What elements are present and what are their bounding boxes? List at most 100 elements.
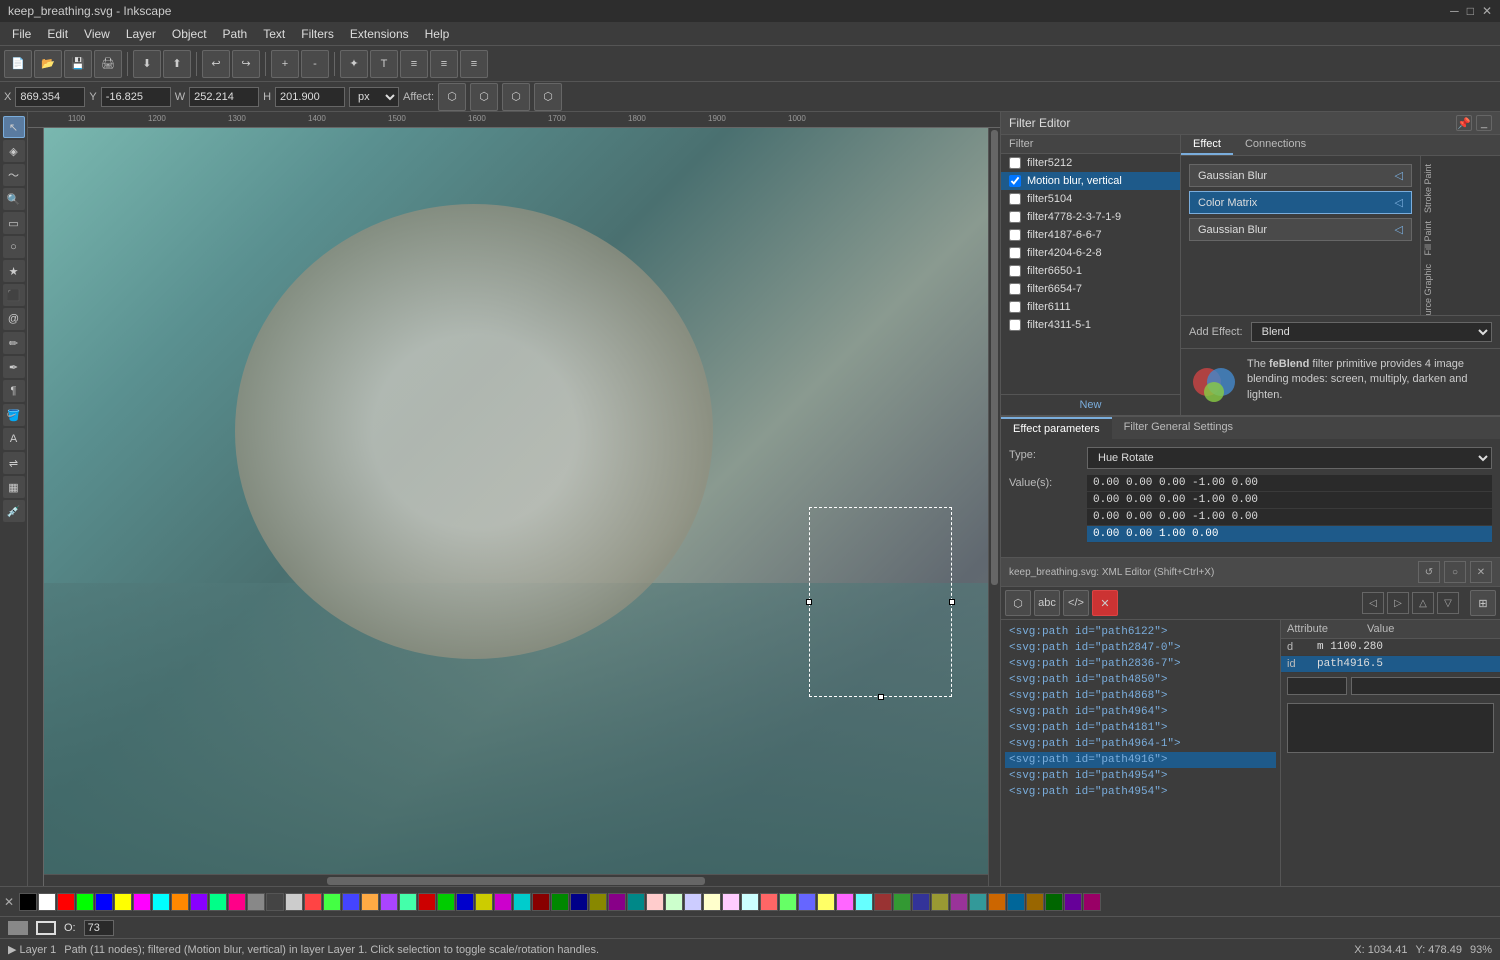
filter-checkbox-9[interactable]	[1009, 319, 1021, 331]
palette-color-28[interactable]	[551, 893, 569, 911]
w-input[interactable]	[189, 87, 259, 107]
palette-color-10[interactable]	[209, 893, 227, 911]
filter-checkbox-3[interactable]	[1009, 211, 1021, 223]
menu-item-path[interactable]: Path	[215, 25, 256, 43]
palette-color-4[interactable]	[95, 893, 113, 911]
xml-node-1[interactable]: <svg:path id="path2847-0">	[1005, 640, 1276, 656]
palette-color-1[interactable]	[38, 893, 56, 911]
palette-color-29[interactable]	[570, 893, 588, 911]
palette-color-13[interactable]	[266, 893, 284, 911]
palette-color-31[interactable]	[608, 893, 626, 911]
filter-list-items[interactable]: filter5212Motion blur, verticalfilter510…	[1001, 154, 1180, 394]
affect-btn-1[interactable]: ⬡	[438, 83, 466, 111]
save-button[interactable]: 💾	[64, 50, 92, 78]
effect-node-2[interactable]: Gaussian Blur◁	[1189, 218, 1412, 241]
pencil-tool[interactable]: ✏	[3, 332, 25, 354]
canvas-area[interactable]: 1100 1200 1300 1400 1500 1600 1700 1800 …	[28, 112, 1000, 886]
effect-node-0[interactable]: Gaussian Blur◁	[1189, 164, 1412, 187]
palette-color-21[interactable]	[418, 893, 436, 911]
palette-color-26[interactable]	[513, 893, 531, 911]
palette-color-36[interactable]	[703, 893, 721, 911]
import-button[interactable]: ⬇	[133, 50, 161, 78]
xml-tree[interactable]: <svg:path id="path6122"><svg:path id="pa…	[1001, 620, 1280, 886]
palette-color-8[interactable]	[171, 893, 189, 911]
star-tool[interactable]: ★	[3, 260, 25, 282]
palette-color-11[interactable]	[228, 893, 246, 911]
text-tool[interactable]: A	[3, 428, 25, 450]
xml-node-9[interactable]: <svg:path id="path4954">	[1005, 768, 1276, 784]
filter-checkbox-1[interactable]	[1009, 175, 1021, 187]
filter-item-9[interactable]: filter4311-5-1	[1001, 316, 1180, 334]
filter-item-5[interactable]: filter4204-6-2-8	[1001, 244, 1180, 262]
unit-select[interactable]: px mm pt	[349, 87, 399, 107]
filter-checkbox-0[interactable]	[1009, 157, 1021, 169]
palette-color-33[interactable]	[646, 893, 664, 911]
align-center-button[interactable]: ≡	[430, 50, 458, 78]
palette-color-56[interactable]	[1083, 893, 1101, 911]
selection-handle-bottom[interactable]	[878, 694, 884, 700]
palette-color-23[interactable]	[456, 893, 474, 911]
menu-item-object[interactable]: Object	[164, 25, 215, 43]
3d-box-tool[interactable]: ⬛	[3, 284, 25, 306]
undo-button[interactable]: ↩	[202, 50, 230, 78]
palette-color-53[interactable]	[1026, 893, 1044, 911]
tweak-tool[interactable]: 〜	[3, 164, 25, 186]
palette-color-6[interactable]	[133, 893, 151, 911]
filter-checkbox-4[interactable]	[1009, 229, 1021, 241]
spiral-tool[interactable]: @	[3, 308, 25, 330]
pen-tool[interactable]: ✒	[3, 356, 25, 378]
menu-item-text[interactable]: Text	[255, 25, 293, 43]
xml-node-7[interactable]: <svg:path id="path4964-1">	[1005, 736, 1276, 752]
xml-next-btn[interactable]: ▷	[1387, 592, 1409, 614]
xml-up-btn[interactable]: △	[1412, 592, 1434, 614]
effect-tab[interactable]: Effect	[1181, 135, 1233, 155]
menu-item-extensions[interactable]: Extensions	[342, 25, 417, 43]
palette-color-12[interactable]	[247, 893, 265, 911]
maximize-button[interactable]: □	[1467, 4, 1474, 18]
menu-item-edit[interactable]: Edit	[39, 25, 76, 43]
palette-color-7[interactable]	[152, 893, 170, 911]
palette-color-17[interactable]	[342, 893, 360, 911]
menu-item-layer[interactable]: Layer	[118, 25, 164, 43]
affect-btn-3[interactable]: ⬡	[502, 83, 530, 111]
connector-tool[interactable]: ⇌	[3, 452, 25, 474]
palette-color-30[interactable]	[589, 893, 607, 911]
selection-handle-left[interactable]	[806, 599, 812, 605]
xml-refresh-btn[interactable]: ↺	[1418, 561, 1440, 583]
palette-color-19[interactable]	[380, 893, 398, 911]
palette-color-49[interactable]	[950, 893, 968, 911]
affect-btn-4[interactable]: ⬡	[534, 83, 562, 111]
palette-color-42[interactable]	[817, 893, 835, 911]
filter-item-6[interactable]: filter6650-1	[1001, 262, 1180, 280]
palette-color-48[interactable]	[931, 893, 949, 911]
palette-color-34[interactable]	[665, 893, 683, 911]
connections-tab[interactable]: Connections	[1233, 135, 1318, 155]
circle-tool[interactable]: ○	[3, 236, 25, 258]
open-button[interactable]: 📂	[34, 50, 62, 78]
effect-node-1[interactable]: Color Matrix◁	[1189, 191, 1412, 214]
scrollbar-thumb[interactable]	[991, 130, 998, 585]
h-scrollbar-thumb[interactable]	[327, 877, 705, 885]
align-left-button[interactable]: ≡	[400, 50, 428, 78]
palette-color-55[interactable]	[1064, 893, 1082, 911]
value-row-3[interactable]: 0.00 0.00 1.00 0.00	[1087, 526, 1492, 543]
filter-item-4[interactable]: filter4187-6-6-7	[1001, 226, 1180, 244]
palette-color-2[interactable]	[57, 893, 75, 911]
canvas-content[interactable]	[44, 128, 1000, 886]
palette-color-3[interactable]	[76, 893, 94, 911]
xml-down-btn[interactable]: ▽	[1437, 592, 1459, 614]
filter-checkbox-2[interactable]	[1009, 193, 1021, 205]
filter-checkbox-5[interactable]	[1009, 247, 1021, 259]
palette-color-54[interactable]	[1045, 893, 1063, 911]
xml-node-8[interactable]: <svg:path id="path4916">	[1005, 752, 1276, 768]
h-input[interactable]	[275, 87, 345, 107]
palette-color-14[interactable]	[285, 893, 303, 911]
export-button[interactable]: ⬆	[163, 50, 191, 78]
filter-editor-pin[interactable]: 📌	[1456, 115, 1472, 131]
filter-item-8[interactable]: filter6111	[1001, 298, 1180, 316]
filter-new-button[interactable]: New	[1001, 394, 1180, 415]
select-tool[interactable]: ↖	[3, 116, 25, 138]
filter-item-7[interactable]: filter6654-7	[1001, 280, 1180, 298]
palette-color-51[interactable]	[988, 893, 1006, 911]
filter-item-0[interactable]: filter5212	[1001, 154, 1180, 172]
